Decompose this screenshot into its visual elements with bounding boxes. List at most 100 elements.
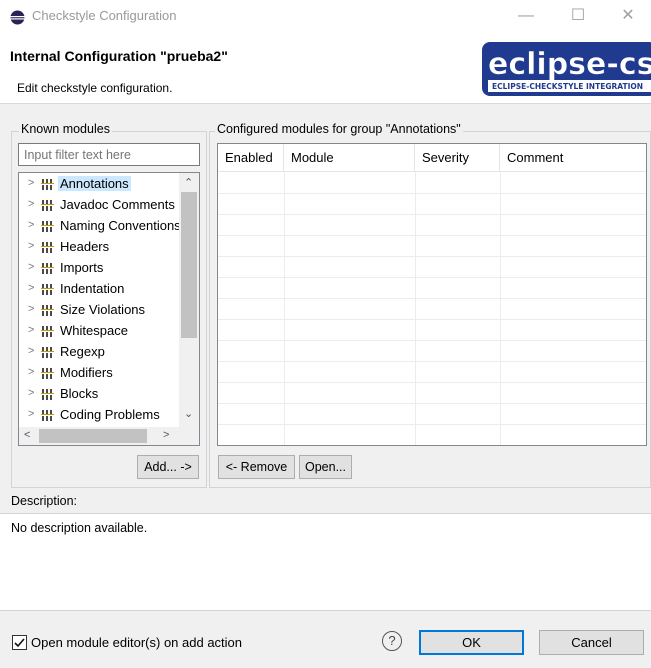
tree-item-label: Blocks (60, 386, 99, 401)
module-group-icon (41, 284, 54, 295)
module-group-icon (41, 389, 54, 400)
expand-icon[interactable]: > (28, 324, 34, 336)
tree-item-headers[interactable]: > Headers (19, 238, 179, 259)
module-group-icon (41, 179, 54, 190)
expand-icon[interactable]: > (28, 198, 34, 210)
expand-icon[interactable]: > (28, 408, 34, 420)
tree-item-label: Regexp (60, 344, 105, 359)
module-filter-input[interactable] (18, 143, 200, 166)
row-divider (218, 256, 646, 257)
tree-item-blocks[interactable]: > Blocks (19, 385, 179, 406)
checkmark-icon (14, 638, 25, 648)
expand-icon[interactable]: > (28, 345, 34, 357)
open-editor-label[interactable]: Open module editor(s) on add action (31, 635, 242, 650)
tree-item-annotations[interactable]: > Annotations (19, 175, 179, 196)
tree-item-size-violations[interactable]: > Size Violations (19, 301, 179, 322)
row-divider (218, 403, 646, 404)
tree-item-label: Annotations (58, 176, 131, 191)
column-header-enabled[interactable]: Enabled (218, 144, 284, 172)
configured-modules-label: Configured modules for group "Annotation… (215, 122, 463, 136)
minimize-button[interactable]: — (503, 0, 549, 32)
column-header-severity[interactable]: Severity (415, 144, 500, 172)
row-divider (218, 340, 646, 341)
row-divider (218, 277, 646, 278)
window-title: Checkstyle Configuration (32, 8, 177, 23)
module-group-icon (41, 305, 54, 316)
tree-item-label: Coding Problems (60, 407, 160, 422)
maximize-button[interactable]: ☐ (555, 0, 601, 32)
tree-item-label: Modifiers (60, 365, 113, 380)
tree-item-regexp[interactable]: > Regexp (19, 343, 179, 364)
module-group-icon (41, 200, 54, 211)
page-title: Internal Configuration "prueba2" (10, 48, 228, 64)
title-bar: Checkstyle Configuration — ☐ ✕ (0, 0, 651, 32)
expand-icon[interactable]: > (28, 387, 34, 399)
tree-horizontal-scrollbar[interactable]: < > (19, 427, 199, 445)
column-divider (500, 172, 501, 445)
scroll-down-icon[interactable]: ⌄ (184, 407, 193, 420)
expand-icon[interactable]: > (28, 366, 34, 378)
row-divider (218, 382, 646, 383)
svg-text:eclipse-cs: eclipse-cs (488, 47, 651, 82)
tree-item-label: Whitespace (60, 323, 128, 338)
column-divider (415, 172, 416, 445)
tree-item-modifiers[interactable]: > Modifiers (19, 364, 179, 385)
module-group-icon (41, 242, 54, 253)
expand-icon[interactable]: > (28, 261, 34, 273)
tree-item-label: Naming Conventions (60, 218, 179, 233)
scroll-up-icon[interactable]: ⌃ (184, 176, 193, 189)
horizontal-scroll-thumb[interactable] (39, 429, 147, 443)
tree-item-label: Size Violations (60, 302, 146, 317)
module-group-icon (41, 347, 54, 358)
vertical-scroll-thumb[interactable] (181, 192, 197, 338)
eclipse-app-icon (10, 10, 25, 25)
expand-icon[interactable]: > (28, 240, 34, 252)
row-divider (218, 424, 646, 425)
module-group-icon (41, 368, 54, 379)
help-icon[interactable]: ? (382, 631, 402, 651)
tree-item-label: Indentation (60, 281, 125, 296)
tree-item-whitespace[interactable]: > Whitespace (19, 322, 179, 343)
row-divider (218, 235, 646, 236)
known-modules-label: Known modules (19, 122, 112, 136)
open-editor-checkbox[interactable] (12, 635, 27, 650)
close-button[interactable]: ✕ (605, 0, 651, 32)
module-group-icon (41, 221, 54, 232)
eclipse-cs-logo: eclipse-cs ECLIPSE-CHECKSTYLE INTEGRATIO… (482, 42, 651, 96)
expand-icon[interactable]: > (28, 303, 34, 315)
column-divider (284, 172, 285, 445)
tree-item-javadoc-comments[interactable]: > Javadoc Comments (19, 196, 179, 217)
expand-icon[interactable]: > (28, 219, 34, 231)
scroll-right-icon[interactable]: > (163, 429, 169, 441)
svg-text:ECLIPSE-CHECKSTYLE INTEGRATION: ECLIPSE-CHECKSTYLE INTEGRATION (492, 82, 643, 91)
tree-item-label: Javadoc Comments (60, 197, 175, 212)
cancel-button[interactable]: Cancel (539, 630, 644, 655)
module-group-icon (41, 410, 54, 421)
tree-vertical-scrollbar[interactable]: ⌃ ⌄ (179, 173, 199, 427)
add-module-button[interactable]: Add... -> (137, 455, 199, 479)
module-group-icon (41, 326, 54, 337)
column-header-comment[interactable]: Comment (500, 144, 646, 172)
expand-icon[interactable]: > (28, 177, 34, 189)
open-module-button[interactable]: Open... (299, 455, 352, 479)
row-divider (218, 214, 646, 215)
ok-button[interactable]: OK (419, 630, 524, 655)
configured-modules-table[interactable]: Enabled Module Severity Comment (217, 143, 647, 446)
tree-item-indentation[interactable]: > Indentation (19, 280, 179, 301)
tree-item-naming-conventions[interactable]: > Naming Conventions (19, 217, 179, 238)
scroll-left-icon[interactable]: < (24, 429, 30, 441)
tree-item-coding-problems[interactable]: > Coding Problems (19, 406, 179, 427)
column-header-module[interactable]: Module (284, 144, 415, 172)
description-label: Description: (11, 494, 77, 508)
remove-module-button[interactable]: <- Remove (218, 455, 295, 479)
tree-item-imports[interactable]: > Imports (19, 259, 179, 280)
page-subtitle: Edit checkstyle configuration. (17, 81, 173, 95)
module-group-icon (41, 263, 54, 274)
row-divider (218, 319, 646, 320)
tree-item-label: Headers (60, 239, 110, 254)
expand-icon[interactable]: > (28, 282, 34, 294)
known-modules-tree[interactable]: > Annotations > Javadoc Comments > Namin… (18, 172, 200, 446)
row-divider (218, 361, 646, 362)
dialog-header: Internal Configuration "prueba2" Edit ch… (0, 32, 651, 104)
row-divider (218, 193, 646, 194)
